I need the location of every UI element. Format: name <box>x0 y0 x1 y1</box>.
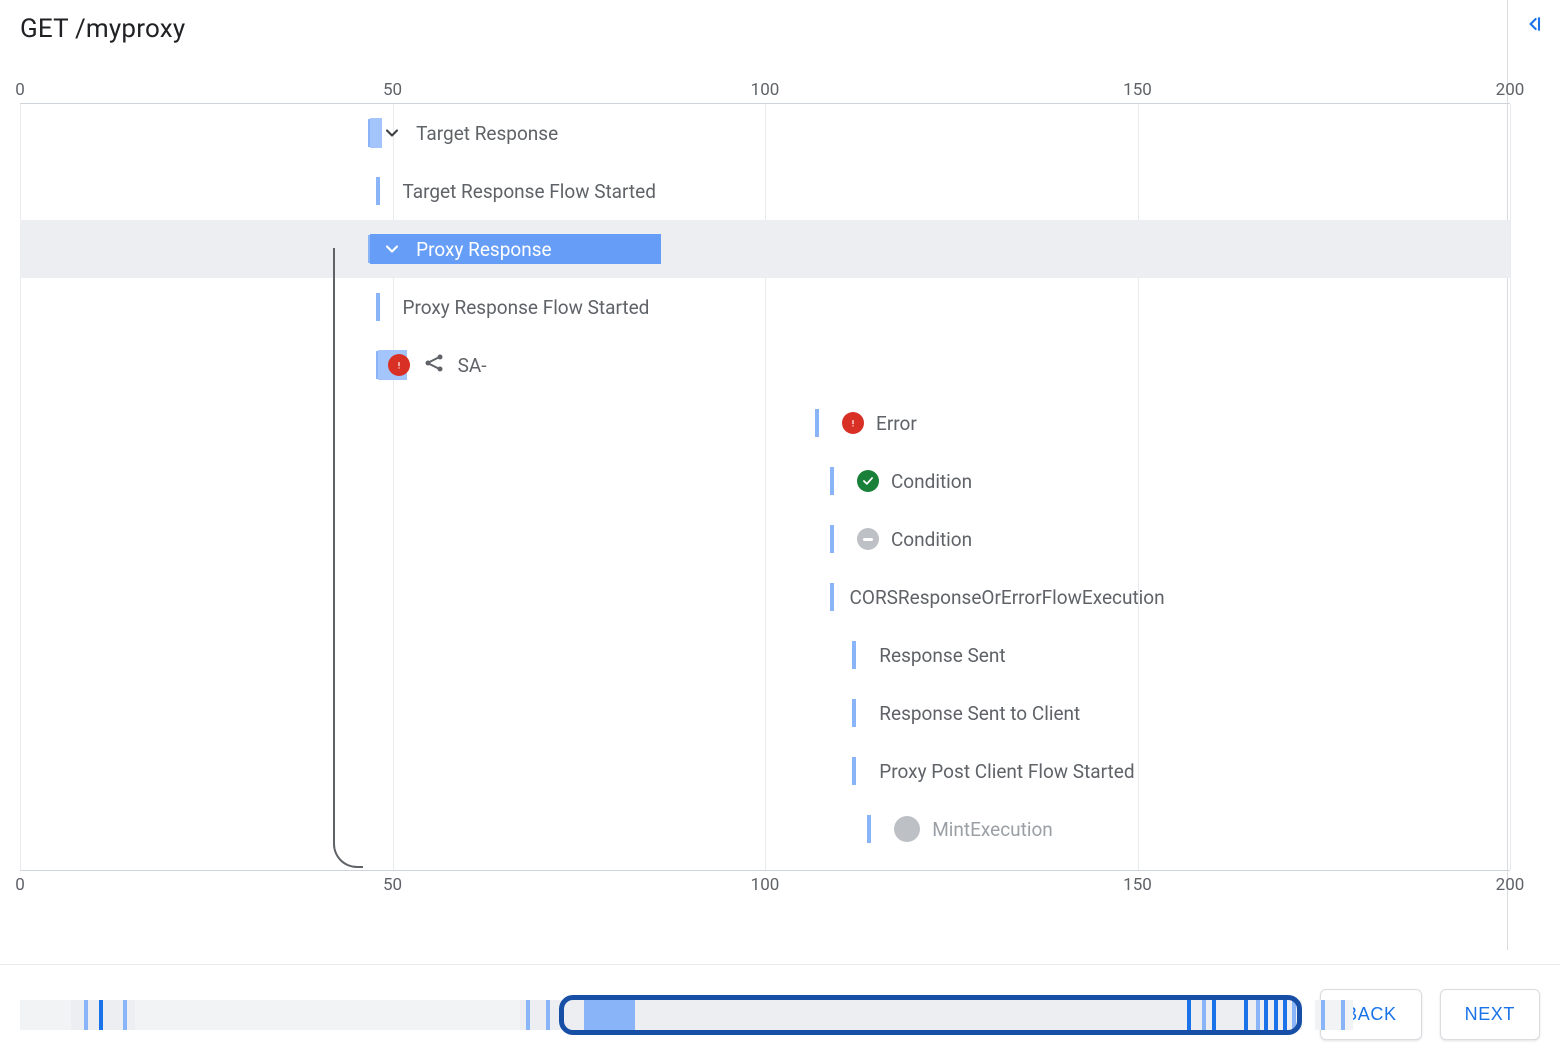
minimap-segment <box>84 1000 88 1030</box>
row-marker <box>830 525 834 553</box>
minimap-window[interactable] <box>559 995 1303 1035</box>
axis-tick: 50 <box>383 76 402 104</box>
row-label: Response Sent <box>879 644 1005 667</box>
minimap[interactable] <box>20 1000 1302 1030</box>
timeline-rows: Target Response Target Response Flow Star… <box>20 104 1510 870</box>
timeline-row[interactable]: Condition <box>20 510 1510 568</box>
skip-icon <box>857 528 879 550</box>
row-label: Proxy Response Flow Started <box>403 296 650 319</box>
axis-tick: 100 <box>751 76 780 104</box>
row-marker <box>830 467 834 495</box>
axis-tick: 200 <box>1496 871 1525 899</box>
timeline-row[interactable]: Proxy Response <box>20 220 1510 278</box>
axis-tick: 100 <box>751 871 780 899</box>
row-label: CORSResponseOrErrorFlowExecution <box>850 586 1165 609</box>
error-icon <box>388 354 410 376</box>
timeline-row[interactable]: Error <box>20 394 1510 452</box>
timeline-row[interactable]: CORSResponseOrErrorFlowExecution <box>20 568 1510 626</box>
row-label: Condition <box>891 528 972 551</box>
row-label: Target Response <box>416 122 558 145</box>
minimap-segment <box>99 1000 103 1030</box>
axis-tick: 150 <box>1123 76 1152 104</box>
timeline-row[interactable]: MintExecution <box>20 800 1510 858</box>
row-marker <box>852 699 856 727</box>
chevron-down-icon[interactable] <box>380 237 404 261</box>
error-icon <box>842 412 864 434</box>
minimap-segment <box>526 1000 530 1030</box>
axis-tick: 150 <box>1123 871 1152 899</box>
minimap-segment <box>1321 1000 1325 1030</box>
timeline-row[interactable]: SA- <box>20 336 1510 394</box>
axis-tick: 0 <box>15 76 25 104</box>
minimap-segment <box>135 1000 520 1030</box>
minimap-segment <box>123 1000 127 1030</box>
row-label: Proxy Post Client Flow Started <box>879 760 1134 783</box>
chevron-down-icon[interactable] <box>380 121 404 145</box>
row-marker <box>376 293 380 321</box>
timeline-chart[interactable]: 050100150200 Target ResponseTarget Respo… <box>20 76 1540 926</box>
flow-icon <box>422 351 446 380</box>
row-marker <box>830 583 834 611</box>
timeline-row[interactable]: Response Sent to Client <box>20 684 1510 742</box>
row-label: Error <box>876 412 917 435</box>
row-marker <box>852 641 856 669</box>
row-label: Proxy Response <box>416 238 551 261</box>
row-label: Condition <box>891 470 972 493</box>
timeline-row[interactable]: Condition <box>20 452 1510 510</box>
axis-top: 050100150200 <box>20 76 1510 104</box>
axis-tick: 0 <box>15 871 25 899</box>
row-label: Target Response Flow Started <box>403 180 656 203</box>
row-marker <box>852 757 856 785</box>
row-marker <box>376 177 380 205</box>
timeline-row[interactable]: Response Sent <box>20 626 1510 684</box>
axis-tick: 50 <box>383 871 402 899</box>
axis-bottom: 050100150200 <box>20 870 1510 898</box>
minimap-segment <box>1341 1000 1345 1030</box>
next-button[interactable]: NEXT <box>1440 989 1540 1040</box>
row-marker <box>867 815 871 843</box>
dot-icon <box>894 816 920 842</box>
timeline-row[interactable]: Proxy Response Flow Started <box>20 278 1510 336</box>
minimap-segment <box>546 1000 550 1030</box>
check-icon <box>857 470 879 492</box>
row-label: SA- <box>458 354 487 377</box>
flow-bracket <box>333 248 363 868</box>
timeline-row[interactable]: Target Response <box>20 104 1510 162</box>
axis-tick: 200 <box>1496 76 1525 104</box>
timeline-row[interactable]: Target Response Flow Started <box>20 162 1510 220</box>
timeline-row[interactable]: Proxy Post Client Flow Started <box>20 742 1510 800</box>
row-label: MintExecution <box>932 818 1053 841</box>
collapse-panel-button[interactable] <box>1524 14 1544 34</box>
row-marker <box>815 409 819 437</box>
minimap-segment <box>20 1000 71 1030</box>
page-title: GET /myproxy <box>20 14 185 44</box>
row-label: Response Sent to Client <box>879 702 1080 725</box>
